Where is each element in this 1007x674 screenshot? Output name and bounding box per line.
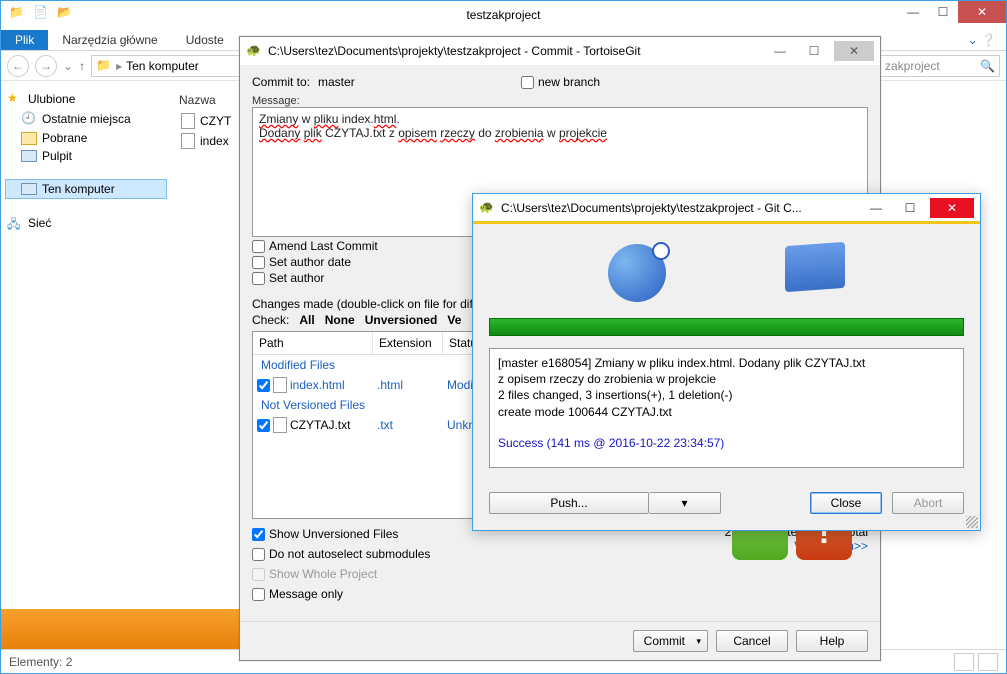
message-label: Message: (252, 95, 868, 107)
check-all-link[interactable]: All (299, 313, 314, 327)
tab-file[interactable]: Plik (1, 30, 48, 50)
explorer-title-text: testzakproject (466, 8, 540, 22)
progress-dialog: C:\Users\tez\Documents\projekty\testzakp… (472, 193, 981, 531)
file-checkbox[interactable] (257, 379, 270, 392)
message-only-checkbox[interactable]: Message only (252, 587, 430, 601)
close-progress-button[interactable]: Close (810, 492, 882, 514)
output-line: z opisem rzeczy do zrobienia w projekcie (498, 371, 955, 387)
search-placeholder: zakproject (885, 59, 940, 73)
address-text: Ten komputer (126, 59, 199, 73)
branch-name: master (318, 75, 355, 89)
th-extension[interactable]: Extension (373, 332, 443, 354)
th-path[interactable]: Path (253, 332, 373, 354)
commit-close-button[interactable]: ✕ (834, 41, 874, 61)
progress-titlebar[interactable]: C:\Users\tez\Documents\projekty\testzakp… (473, 194, 980, 222)
commit-title-text: C:\Users\tez\Documents\projekty\testzakp… (268, 44, 641, 58)
address-folder-icon: 📁 (96, 58, 112, 74)
view-large-button[interactable] (978, 653, 998, 671)
sidebar: ★Ulubione 🕘Ostatnie miejsca Pobrane Pulp… (1, 81, 171, 641)
nav-fwd-button[interactable]: → (35, 55, 57, 77)
file-icon (273, 377, 287, 393)
progress-maximize-button[interactable]: ☐ (896, 198, 924, 218)
progress-close-button[interactable]: ✕ (930, 198, 974, 218)
tab-home[interactable]: Narzędzia główne (48, 30, 171, 50)
cancel-button[interactable]: Cancel (716, 630, 788, 652)
search-icon: 🔍 (980, 59, 995, 73)
help-button[interactable]: Help (796, 630, 868, 652)
progress-bar (489, 318, 964, 336)
output-line: create mode 100644 CZYTAJ.txt (498, 404, 955, 420)
abort-button: Abort (892, 492, 964, 514)
nav-back-button[interactable]: ← (7, 55, 29, 77)
check-none-link[interactable]: None (325, 313, 355, 327)
sidebar-desktop[interactable]: Pulpit (5, 147, 167, 165)
check-versioned-link[interactable]: Ve (447, 313, 461, 327)
sidebar-network[interactable]: 🖧Sieć (5, 213, 167, 233)
tortoisegit-icon (246, 43, 262, 59)
commit-button[interactable]: Commit (633, 630, 708, 652)
app-icon: 📁 (9, 5, 25, 21)
commit-to-label: Commit to: (252, 75, 310, 89)
nav-history-icon[interactable]: ⌄ (63, 59, 73, 73)
file-icon (181, 113, 195, 129)
commit-titlebar[interactable]: C:\Users\tez\Documents\projekty\testzakp… (240, 37, 880, 65)
maximize-button[interactable]: ☐ (928, 1, 958, 23)
show-whole-checkbox[interactable]: Show Whole Project (252, 567, 430, 581)
output-line: [master e168054] Zmiany w pliku index.ht… (498, 355, 955, 371)
push-button[interactable]: Push... (489, 492, 649, 514)
view-details-button[interactable] (954, 653, 974, 671)
star-icon: ★ (7, 91, 23, 107)
recent-icon: 🕘 (21, 111, 37, 127)
ribbon-help-icon[interactable]: ⌄ ❔ (958, 30, 1006, 50)
search-box[interactable]: zakproject 🔍 (880, 55, 1000, 77)
output-line: 2 files changed, 3 insertions(+), 1 dele… (498, 387, 955, 403)
new-branch-checkbox[interactable]: new branch (521, 75, 600, 89)
qat-folder-icon[interactable]: 📂 (57, 5, 73, 21)
no-autoselect-checkbox[interactable]: Do not autoselect submodules (252, 547, 430, 561)
status-text: Elementy: 2 (9, 655, 72, 669)
globe-icon (608, 244, 666, 302)
qat-props-icon[interactable]: 📄 (33, 5, 49, 21)
desktop-icon (21, 150, 37, 162)
push-dropdown-button[interactable]: ▾ (649, 492, 721, 514)
resize-grip[interactable] (966, 516, 978, 528)
check-unversioned-link[interactable]: Unversioned (365, 313, 438, 327)
sidebar-recent[interactable]: 🕘Ostatnie miejsca (5, 109, 167, 129)
commit-minimize-button[interactable]: — (766, 41, 794, 61)
file-icon (181, 133, 195, 149)
folder-icon (785, 242, 845, 292)
show-unversioned-checkbox[interactable]: Show Unversioned Files (252, 527, 430, 541)
tab-share[interactable]: Udoste (172, 30, 238, 50)
sidebar-favorites[interactable]: ★Ulubione (5, 89, 167, 109)
sidebar-downloads[interactable]: Pobrane (5, 129, 167, 147)
sidebar-computer[interactable]: Ten komputer (5, 179, 167, 199)
nav-up-button[interactable]: ↑ (79, 59, 85, 73)
downloads-icon (21, 132, 37, 145)
explorer-titlebar: 📁 📄 📂 testzakproject — ☐ ✕ (1, 1, 1006, 29)
progress-title-text: C:\Users\tez\Documents\projekty\testzakp… (501, 201, 802, 215)
commit-maximize-button[interactable]: ☐ (800, 41, 828, 61)
file-checkbox[interactable] (257, 419, 270, 432)
output-console[interactable]: [master e168054] Zmiany w pliku index.ht… (489, 348, 964, 468)
taskbar-fragment (1, 609, 251, 649)
computer-icon (21, 183, 37, 195)
output-success: Success (141 ms @ 2016-10-22 23:34:57) (498, 435, 955, 451)
tortoisegit-icon (479, 200, 495, 216)
close-button[interactable]: ✕ (958, 1, 1006, 23)
minimize-button[interactable]: — (898, 1, 928, 23)
progress-minimize-button[interactable]: — (862, 198, 890, 218)
file-icon (273, 417, 287, 433)
network-icon: 🖧 (7, 215, 23, 231)
